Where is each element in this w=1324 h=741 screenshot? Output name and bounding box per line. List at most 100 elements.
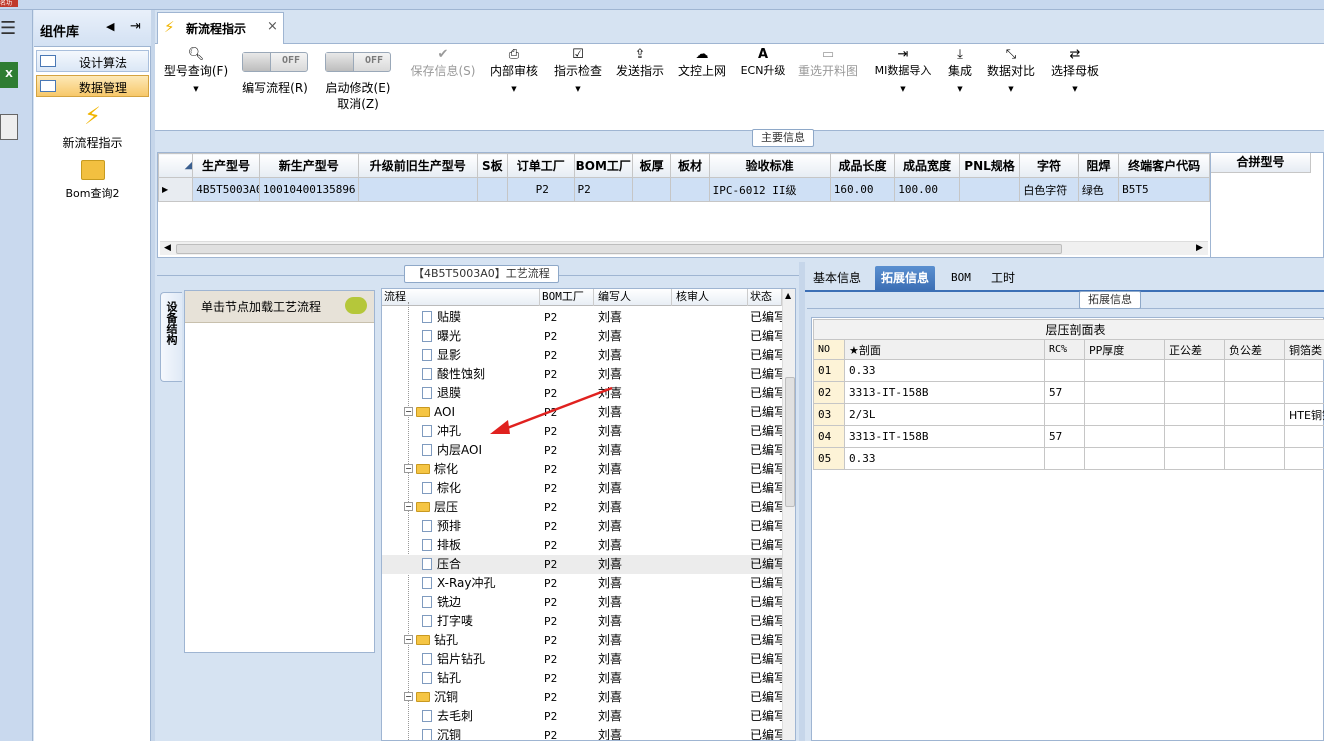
tree-cell-bom[interactable]: P2 <box>544 631 594 650</box>
table-cell[interactable] <box>1164 425 1225 448</box>
select-mother-board-button[interactable]: ⇄ 选择母板 ▼ <box>1047 44 1103 130</box>
scroll-right-icon[interactable]: ▶ <box>1196 243 1203 253</box>
scrollbar-thumb[interactable] <box>785 377 795 507</box>
table-cell[interactable] <box>670 177 710 202</box>
tree-cell-writer[interactable]: 刘喜 <box>598 593 672 612</box>
collapse-toggle-icon[interactable]: − <box>404 407 413 416</box>
menu-icon[interactable]: ☰ <box>0 20 18 40</box>
comp-item-design-algorithm[interactable]: 设计算法 <box>36 50 149 72</box>
column-header[interactable]: BOM工厂 <box>573 153 634 178</box>
mi-data-import-button[interactable]: ⇥ MI数据导入 ▼ <box>869 44 937 130</box>
tree-cell-bom[interactable]: P2 <box>544 498 594 517</box>
tree-cell-status[interactable]: 已编写 <box>750 403 782 422</box>
table-row[interactable]: 032/3L HTE铜箔 <box>813 403 1324 426</box>
table-cell[interactable] <box>1224 381 1285 404</box>
collapse-toggle-icon[interactable]: − <box>404 635 413 644</box>
tree-leaf-row[interactable]: 贴膜 P2刘喜 已编写 <box>382 308 782 327</box>
collapse-toggle-icon[interactable]: − <box>404 502 413 511</box>
ecn-upgrade-button[interactable]: A ECN升级 <box>737 44 789 130</box>
table-cell[interactable] <box>1084 381 1165 404</box>
column-header[interactable]: PNL规格 <box>958 153 1021 178</box>
tree-cell-status[interactable]: 已编写 <box>750 555 782 574</box>
table-cell[interactable] <box>1283 447 1324 470</box>
tree-cell-writer[interactable]: 刘喜 <box>598 707 672 726</box>
tree-cell-reviewer[interactable] <box>676 536 748 555</box>
tab-new-flow[interactable]: ⚡ 新流程指示 × <box>157 12 284 44</box>
tree-folder-row[interactable]: − 层压 P2刘喜 已编写 <box>382 498 782 517</box>
table-cell[interactable] <box>1044 359 1085 382</box>
table-cell[interactable] <box>1283 359 1324 382</box>
column-header[interactable]: 成品宽度 <box>894 153 960 178</box>
tab-device-structure[interactable]: 设备结构 <box>160 292 182 382</box>
tree-cell-reviewer[interactable] <box>676 327 748 346</box>
tree-leaf-row[interactable]: 沉铜 P2 刘喜 已编写 <box>382 726 782 740</box>
row-number-cell[interactable]: 04 <box>813 425 845 448</box>
data-compare-button[interactable]: ⤡ 数据对比 ▼ <box>983 44 1039 130</box>
table-cell[interactable] <box>1224 403 1285 426</box>
excel-icon[interactable]: X <box>0 62 18 88</box>
tree-cell-bom[interactable]: P2 <box>544 441 594 460</box>
internal-review-button[interactable]: ⎙ 内部审核 ▼ <box>487 44 541 130</box>
tree-cell-status[interactable]: 已编写 <box>750 422 782 441</box>
tree-cell-bom[interactable]: P2 <box>544 460 594 479</box>
tree-cell-bom[interactable]: P2 <box>544 346 594 365</box>
cancel-modify-button[interactable]: 取消(Z) <box>321 97 395 111</box>
tree-cell-writer[interactable]: 刘喜 <box>598 574 672 593</box>
table-cell[interactable] <box>1084 359 1165 382</box>
tree-folder-row[interactable]: − 钻孔 P2刘喜 已编写 <box>382 631 782 650</box>
table-cell[interactable] <box>1164 447 1225 470</box>
table-cell[interactable] <box>1044 403 1085 426</box>
tree-cell-status[interactable]: 已编写 <box>750 631 782 650</box>
column-header[interactable]: 阻焊 <box>1077 153 1120 178</box>
tree-cell-writer[interactable]: 刘喜 <box>598 536 672 555</box>
tree-cell-writer[interactable]: 刘喜 <box>598 612 672 631</box>
vertical-scrollbar[interactable]: ▲ <box>782 289 795 740</box>
table-row[interactable]: ▶ 4B5T5003A0 10010400135896 P2 P2 IPC-60… <box>157 177 1210 202</box>
table-cell[interactable]: 白色字符 <box>1019 177 1079 202</box>
column-header[interactable]: 升级前旧生产型号 <box>357 153 478 178</box>
launcher-bom-query[interactable]: Bom查询2 <box>34 160 151 205</box>
tree-cell-writer[interactable]: 刘喜 <box>598 327 672 346</box>
table-cell[interactable]: 10010400135896 <box>258 177 359 202</box>
tree-cell-bom[interactable]: P2 <box>544 479 594 498</box>
tab-bom[interactable]: BOM <box>945 266 977 290</box>
tree-leaf-row[interactable]: 铣边 P2刘喜 已编写 <box>382 593 782 612</box>
table-cell[interactable] <box>1084 403 1165 426</box>
tree-cell-bom[interactable]: P2 <box>544 593 594 612</box>
tree-cell-writer[interactable]: 刘喜 <box>598 555 672 574</box>
tree-leaf-row[interactable]: 打字唛 P2刘喜 已编写 <box>382 612 782 631</box>
column-header[interactable]: 板厚 <box>632 153 672 178</box>
integrate-button[interactable]: ⤓ 集成 ▼ <box>943 44 977 130</box>
tree-leaf-row[interactable]: 压合 P2刘喜 已编写 <box>382 555 782 574</box>
scroll-up-icon[interactable]: ▲ <box>785 291 791 300</box>
tree-cell-writer[interactable]: 刘喜 <box>598 498 672 517</box>
model-query-button[interactable]: 🔍︎ 型号查询(F) ▼ <box>161 44 231 130</box>
tab-basic-info[interactable]: 基本信息 <box>807 266 867 290</box>
tree-cell-writer[interactable]: 刘喜 <box>598 517 672 536</box>
table-cell[interactable]: 100.00 <box>894 177 960 202</box>
column-header[interactable]: 新生产型号 <box>258 153 359 178</box>
tree-cell-reviewer[interactable] <box>676 688 748 707</box>
table-cell[interactable] <box>1044 447 1085 470</box>
launcher-new-flow[interactable]: ⚡ 新流程指示 <box>34 102 151 152</box>
row-number-cell[interactable]: 01 <box>813 359 845 382</box>
table-cell[interactable]: 3313-IT-158B <box>844 425 1045 448</box>
column-header[interactable]: RC% <box>1044 339 1085 360</box>
pin-right-icon[interactable]: ⇥ <box>130 19 141 34</box>
table-row[interactable]: 02 3313-IT-158B 57 <box>813 381 1324 404</box>
column-header[interactable]: 终端客户代码 <box>1118 153 1210 178</box>
tree-leaf-row[interactable]: 去毛刺 P2刘喜 已编写 <box>382 707 782 726</box>
edit-flow-toggle[interactable]: OFF <box>242 52 308 72</box>
column-header[interactable]: 负公差 <box>1224 339 1285 360</box>
collapse-toggle-icon[interactable]: − <box>404 692 413 701</box>
tree-cell-writer[interactable]: 刘喜 <box>598 650 672 669</box>
table-cell[interactable]: IPC-6012 II级 <box>708 177 831 202</box>
tree-cell-reviewer[interactable] <box>676 593 748 612</box>
column-header[interactable]: 成品长度 <box>829 153 896 178</box>
tree-cell-reviewer[interactable] <box>676 631 748 650</box>
tree-leaf-row[interactable]: 排板 P2刘喜 已编写 <box>382 536 782 555</box>
table-cell[interactable]: HTE铜箔 <box>1283 403 1324 426</box>
tree-cell-reviewer[interactable] <box>676 650 748 669</box>
column-header[interactable]: 生产型号 <box>192 153 260 178</box>
tree-cell-bom[interactable]: P2 <box>544 650 594 669</box>
